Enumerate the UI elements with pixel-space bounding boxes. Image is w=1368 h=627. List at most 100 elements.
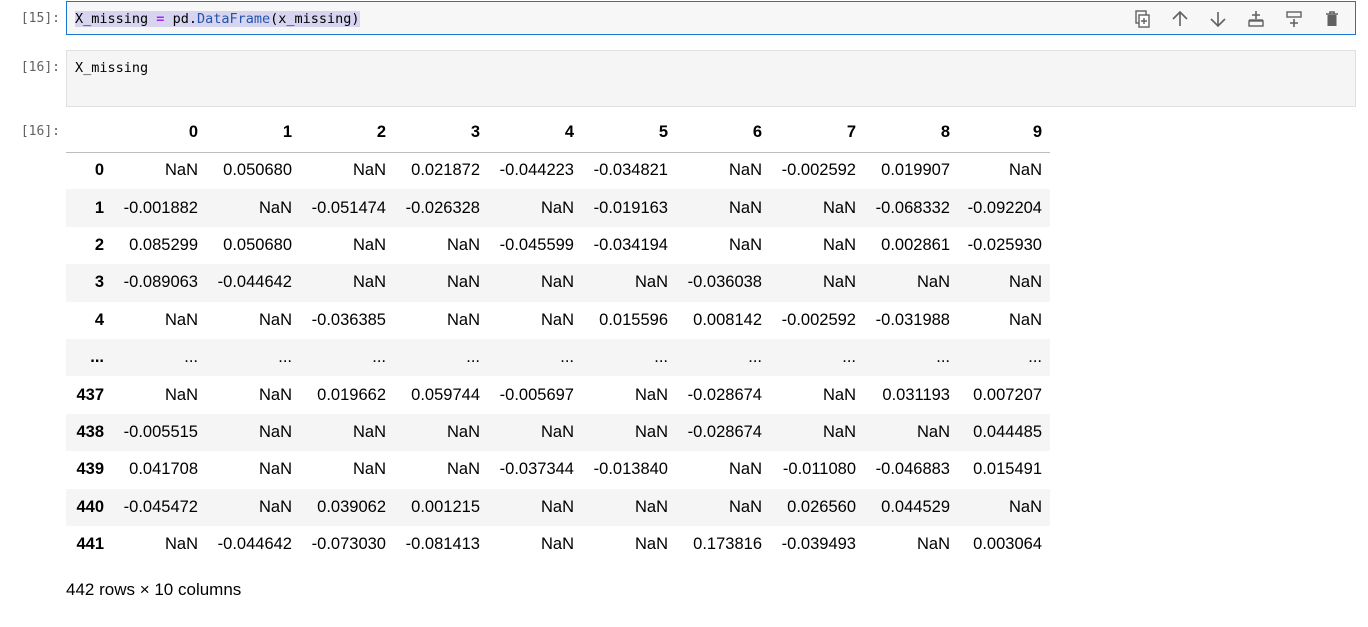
output-prompt: [16]: [20, 124, 60, 139]
row-index: 3 [94, 273, 104, 292]
table-row: 1 -0.001882 NaN -0.051474 -0.026328 NaN -0.019… [66, 189, 1050, 227]
table-cell: NaN [352, 161, 386, 180]
table-cell: -0.002592 [781, 161, 856, 180]
table-cell: ... [278, 348, 292, 367]
table-cell: 0.173816 [693, 535, 762, 554]
table-cell: 0.085299 [129, 235, 198, 254]
code-cell-active[interactable]: X_missing = pd.DataFrame(x_missing) [66, 1, 1356, 35]
table-cell: ... [184, 348, 198, 367]
column-header: 9 [958, 114, 1050, 153]
move-up-button[interactable] [1169, 8, 1191, 30]
column-header: 1 [206, 114, 300, 153]
table-cell: NaN [164, 535, 198, 554]
table-cell: NaN [1008, 497, 1042, 516]
table-cell: -0.068332 [875, 198, 950, 217]
table-cell: -0.026328 [405, 198, 480, 217]
delete-cell-button[interactable] [1321, 8, 1343, 30]
move-down-button[interactable] [1207, 8, 1229, 30]
duplicate-cell-button[interactable] [1131, 8, 1153, 30]
table-cell: 0.008142 [693, 310, 762, 329]
table-cell: NaN [164, 161, 198, 180]
table-cell: NaN [258, 198, 292, 217]
column-header: 6 [676, 114, 770, 153]
code-line[interactable]: X_missing = pd.DataFrame(x_missing) [75, 10, 360, 28]
table-cell: NaN [164, 385, 198, 404]
table-cell: ... [372, 348, 386, 367]
table-cell: 0.001215 [411, 497, 480, 516]
table-cell: NaN [540, 273, 574, 292]
row-index: 1 [94, 198, 104, 217]
table-cell: NaN [446, 310, 480, 329]
table-cell: NaN [164, 310, 198, 329]
table-cell: -0.005515 [123, 422, 198, 441]
table-cell: -0.034194 [593, 235, 668, 254]
row-index: 439 [76, 460, 104, 479]
table-cell: -0.092204 [967, 198, 1042, 217]
table-cell: NaN [352, 273, 386, 292]
table-row: 437 NaN NaN 0.019662 0.059744 -0.005697 NaN -0.… [66, 376, 1050, 413]
table-cell: 0.050680 [223, 235, 292, 254]
table-cell: 0.050680 [223, 161, 292, 180]
table-cell: -0.005697 [499, 385, 574, 404]
table-cell: NaN [352, 235, 386, 254]
table-cell: NaN [446, 460, 480, 479]
table-cell: NaN [1008, 161, 1042, 180]
index-header [66, 114, 112, 153]
table-cell: -0.051474 [311, 198, 386, 217]
move-up-icon [1172, 10, 1188, 26]
table-cell: -0.031988 [875, 310, 950, 329]
table-cell: 0.041708 [129, 460, 198, 479]
table-cell: -0.025930 [967, 235, 1042, 254]
delete-icon [1326, 11, 1338, 26]
table-cell: 0.003064 [973, 535, 1042, 554]
column-header: 0 [112, 114, 206, 153]
table-cell: ... [936, 348, 950, 367]
insert-above-button[interactable] [1283, 8, 1305, 30]
table-cell: ... [748, 348, 762, 367]
table-cell: NaN [822, 422, 856, 441]
table-cell: NaN [1008, 273, 1042, 292]
table-cell: 0.059744 [411, 385, 480, 404]
code-cell[interactable]: X_missing [66, 50, 1356, 107]
table-cell: NaN [258, 497, 292, 516]
dataframe-table: 0123456789 0 NaN 0.050680 NaN 0.021872 -0.044… [66, 114, 1050, 563]
move-down-icon [1210, 12, 1226, 28]
table-row: 0 NaN 0.050680 NaN 0.021872 -0.044223 -0.03482… [66, 152, 1050, 189]
table-cell: -0.089063 [123, 273, 198, 292]
table-cell: -0.019163 [593, 198, 668, 217]
table-cell: NaN [728, 497, 762, 516]
table-cell: -0.073030 [311, 535, 386, 554]
table-cell: 0.015596 [599, 310, 668, 329]
table-cell: NaN [916, 273, 950, 292]
table-cell: -0.036385 [311, 310, 386, 329]
table-cell: -0.034821 [593, 161, 668, 180]
table-cell: NaN [728, 198, 762, 217]
table-cell: NaN [634, 497, 668, 516]
table-cell: -0.036038 [687, 273, 762, 292]
table-cell: -0.013840 [593, 460, 668, 479]
insert-below-button[interactable] [1245, 8, 1267, 30]
row-index: 437 [76, 385, 104, 404]
table-cell: 0.039062 [317, 497, 386, 516]
table-header-row: 0123456789 [66, 114, 1050, 153]
table-cell: NaN [728, 161, 762, 180]
table-cell: NaN [258, 385, 292, 404]
table-cell: -0.045599 [499, 235, 574, 254]
column-header: 7 [770, 114, 864, 153]
table-cell: -0.046883 [875, 460, 950, 479]
table-cell: 0.044485 [973, 422, 1042, 441]
table-row: 439 0.041708 NaN NaN NaN -0.037344 -0.013840 Na… [66, 451, 1050, 488]
table-row: 440 -0.045472 NaN 0.039062 0.001215 NaN NaN NaN… [66, 488, 1050, 526]
table-row: 441 NaN -0.044642 -0.073030 -0.081413 NaN NaN 0… [66, 526, 1050, 563]
code-line[interactable]: X_missing [75, 59, 148, 77]
table-cell: -0.044223 [499, 161, 574, 180]
code-token-attribute: DataFrame [196, 11, 271, 27]
table-cell: 0.019907 [881, 161, 950, 180]
column-header: 2 [300, 114, 394, 153]
table-cell: NaN [258, 460, 292, 479]
column-header: 3 [394, 114, 488, 153]
row-index: 440 [76, 497, 104, 516]
table-cell: NaN [540, 497, 574, 516]
table-cell: NaN [634, 273, 668, 292]
table-cell: 0.007207 [973, 385, 1042, 404]
